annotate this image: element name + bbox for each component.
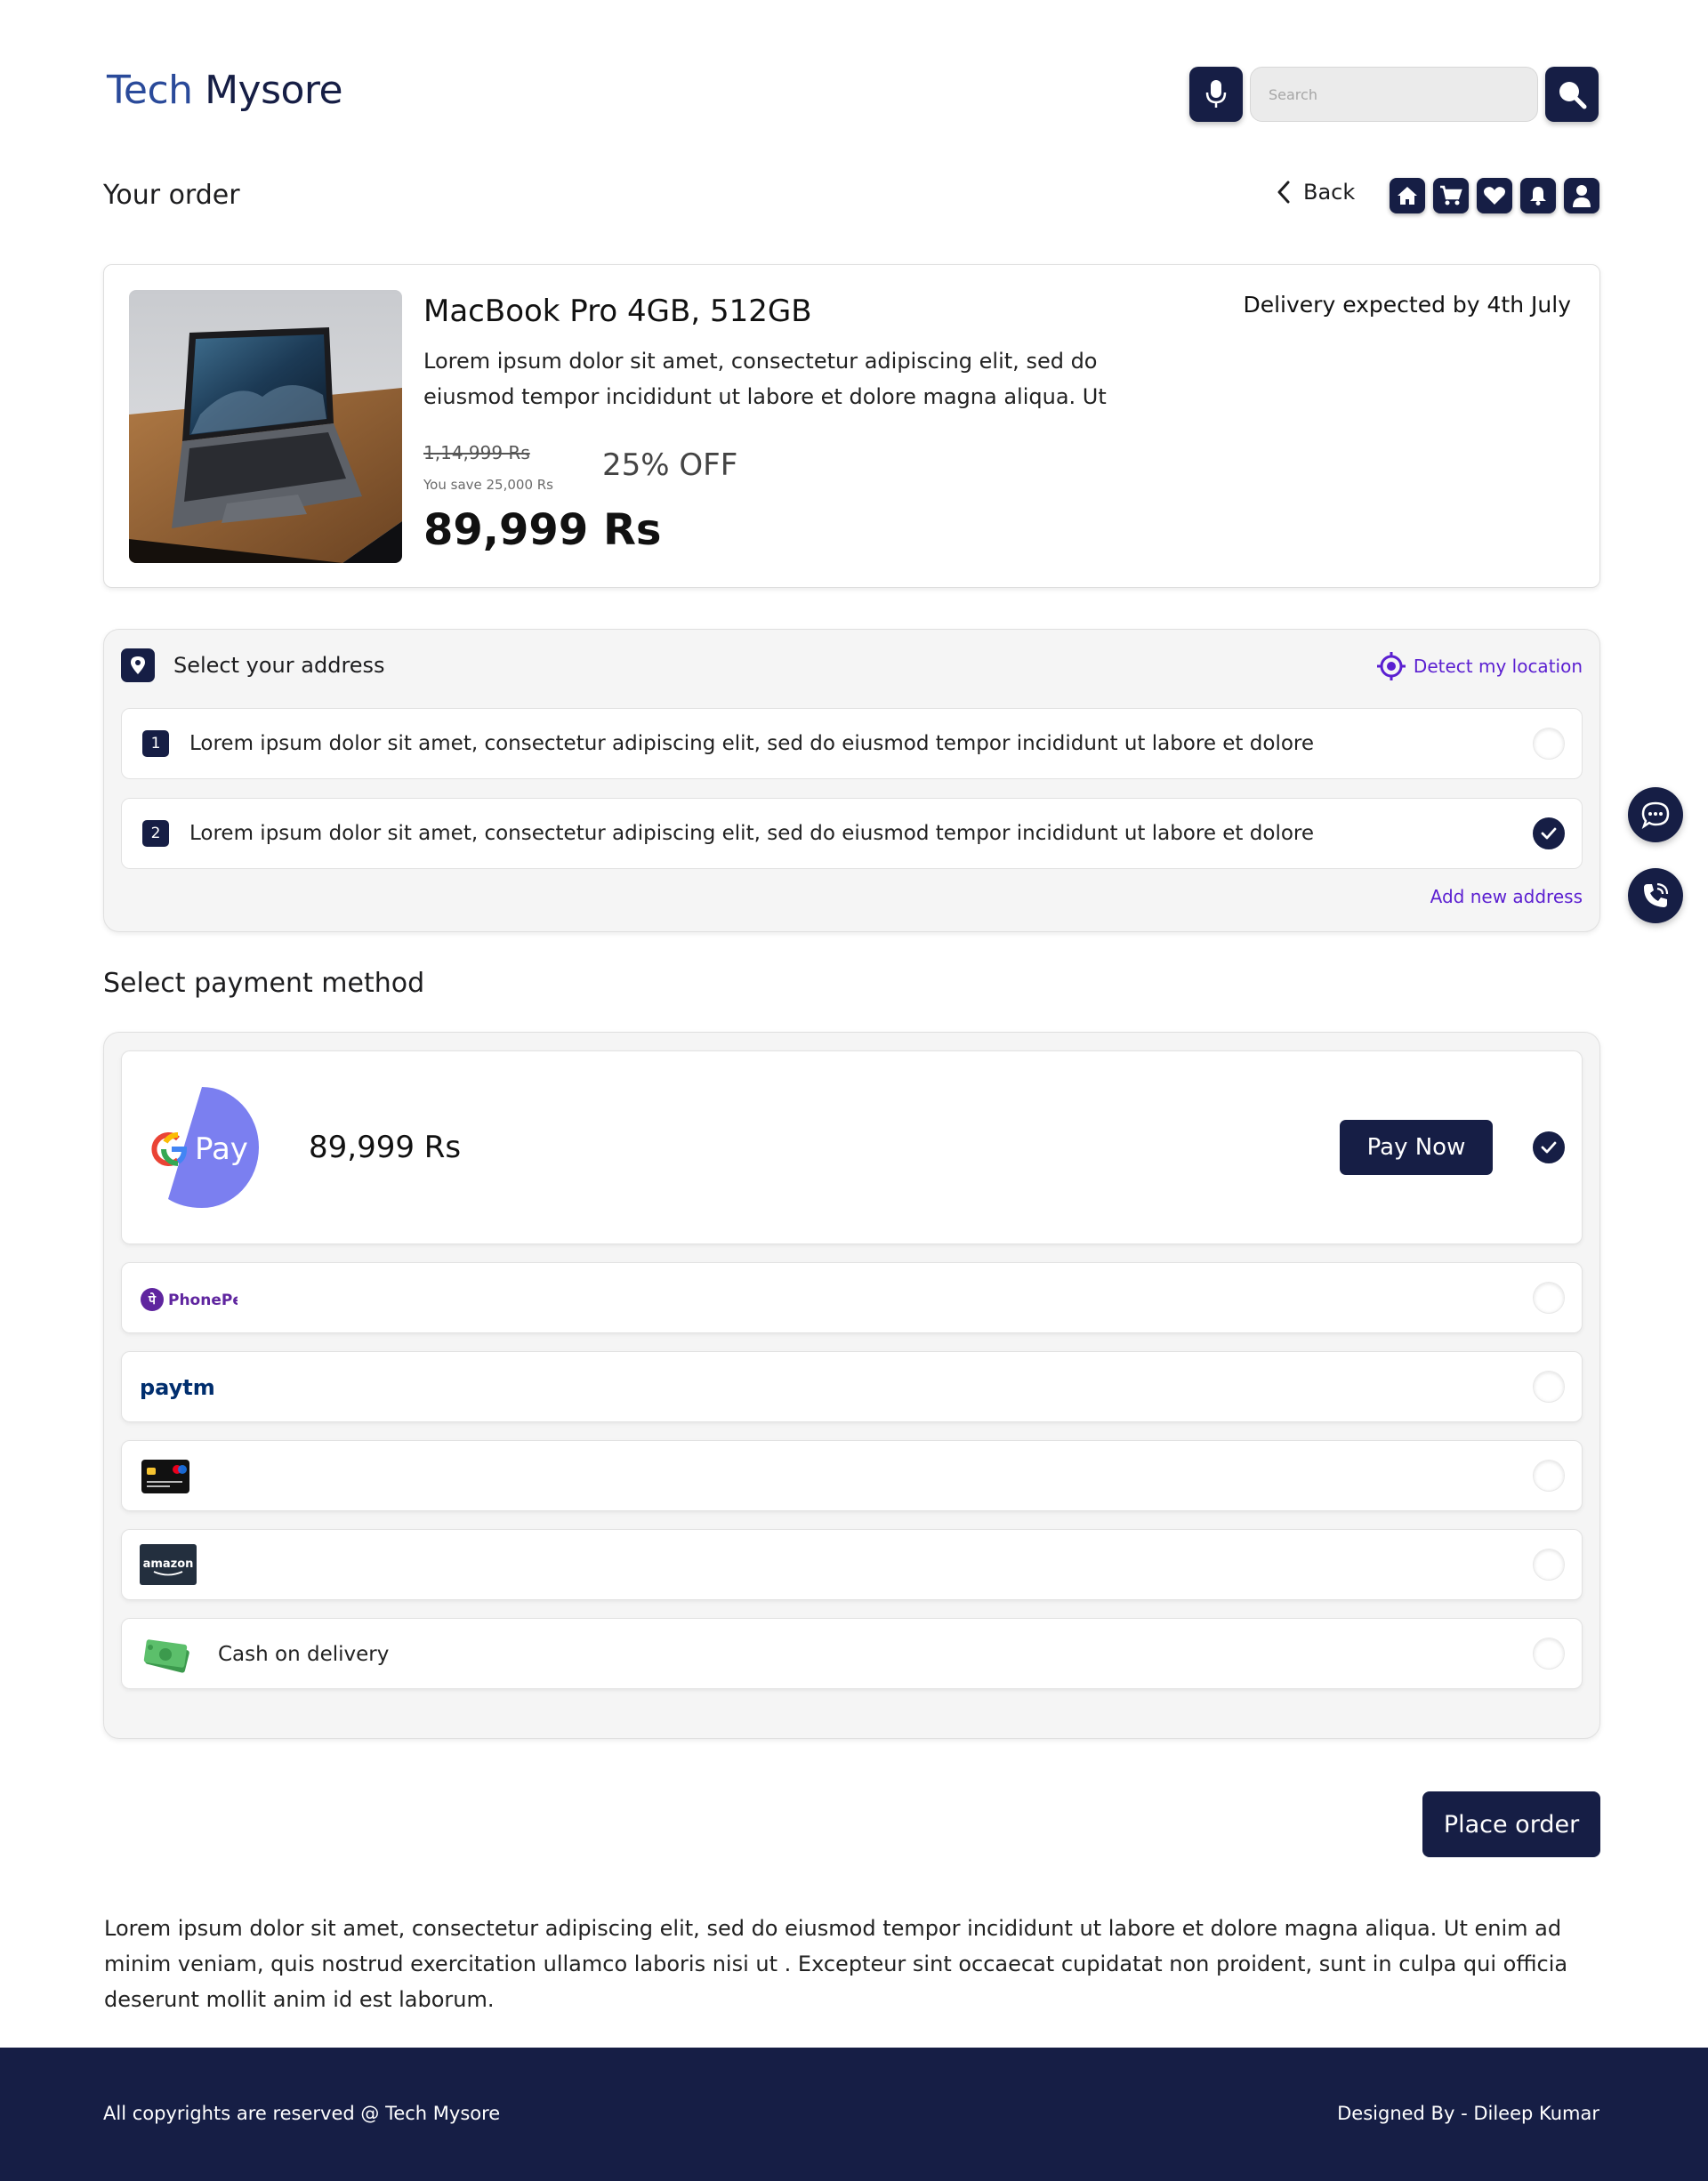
- call-button[interactable]: [1628, 868, 1683, 923]
- heart-icon: [1484, 187, 1505, 205]
- product-description: Lorem ipsum dolor sit amet, consectetur …: [423, 349, 1107, 409]
- address-section-title: Select your address: [173, 653, 385, 678]
- address-text: Lorem ipsum dolor sit amet, consectetur …: [189, 822, 1315, 845]
- gpay-amount: 89,999 Rs: [309, 1130, 462, 1165]
- payment-option-amazon-pay[interactable]: amazon: [121, 1529, 1583, 1600]
- card-radio[interactable]: [1533, 1460, 1565, 1492]
- detect-location-link[interactable]: Detect my location: [1376, 651, 1583, 681]
- info-paragraph: Lorem ipsum dolor sit amet, consectetur …: [104, 1916, 1568, 2012]
- address-section: Select your address Detect my location 1…: [103, 629, 1600, 932]
- cash-on-delivery-radio[interactable]: [1533, 1638, 1565, 1670]
- address-number-badge: 2: [142, 820, 169, 847]
- payment-option-phonepe[interactable]: पे PhonePe: [121, 1262, 1583, 1333]
- payment-option-gpay[interactable]: Pay 89,999 Rs Pay Now: [121, 1050, 1583, 1244]
- cash-on-delivery-label: Cash on delivery: [218, 1643, 390, 1666]
- phonepe-logo-text: PhonePe: [168, 1292, 238, 1309]
- search-button[interactable]: [1545, 67, 1599, 122]
- gpay-logo-text: Pay: [195, 1131, 248, 1167]
- paytm-logo: paytm: [140, 1375, 215, 1400]
- back-link[interactable]: Back: [1277, 180, 1355, 205]
- detect-location-label: Detect my location: [1413, 656, 1583, 677]
- amazon-logo-text: amazon: [143, 1557, 194, 1571]
- phonepe-logo: पे PhonePe: [141, 1288, 238, 1311]
- user-icon: [1573, 185, 1591, 207]
- wishlist-button[interactable]: [1477, 178, 1512, 213]
- crosshair-icon: [1376, 652, 1406, 680]
- microphone-icon: [1205, 80, 1227, 108]
- voice-search-button[interactable]: [1189, 67, 1243, 122]
- search-bar: [1189, 67, 1599, 122]
- chat-button[interactable]: [1628, 787, 1683, 842]
- address-text: Lorem ipsum dolor sit amet, consectetur …: [189, 732, 1315, 755]
- savings-text: You save 25,000 Rs: [423, 477, 553, 493]
- address-radio-2[interactable]: [1533, 817, 1565, 849]
- gpay-radio[interactable]: [1533, 1131, 1565, 1163]
- phonepe-radio[interactable]: [1533, 1282, 1565, 1314]
- location-pin-badge: [121, 648, 155, 682]
- logo-word-mysore: Mysore: [205, 68, 343, 113]
- place-order-button[interactable]: Place order: [1422, 1791, 1600, 1857]
- address-option-2[interactable]: 2 Lorem ipsum dolor sit amet, consectetu…: [121, 798, 1583, 869]
- delivery-estimate: Delivery expected by 4th July: [1243, 292, 1571, 318]
- back-label: Back: [1303, 180, 1356, 205]
- site-footer: All copyrights are reserved @ Tech Mysor…: [0, 2048, 1708, 2181]
- paytm-radio[interactable]: [1533, 1371, 1565, 1403]
- checkmark-icon: [1541, 827, 1557, 840]
- home-icon: [1398, 187, 1417, 205]
- payment-option-card[interactable]: [121, 1440, 1583, 1511]
- gpay-logo: Pay: [149, 1087, 259, 1208]
- profile-button[interactable]: [1564, 178, 1599, 213]
- phone-icon: [1644, 882, 1669, 907]
- page-title: Your order: [103, 180, 240, 211]
- add-new-address-link[interactable]: Add new address: [1430, 886, 1583, 907]
- pay-now-button[interactable]: Pay Now: [1340, 1120, 1493, 1175]
- cart-button[interactable]: [1433, 178, 1469, 213]
- address-option-1[interactable]: 1 Lorem ipsum dolor sit amet, consectetu…: [121, 708, 1583, 779]
- chat-bubble-icon: [1641, 801, 1670, 829]
- address-number-badge: 1: [142, 730, 169, 757]
- payment-option-paytm[interactable]: paytm: [121, 1351, 1583, 1422]
- amazon-pay-radio[interactable]: [1533, 1549, 1565, 1581]
- svg-text:पे: पे: [148, 1292, 157, 1308]
- paytm-logo-text: paytm: [140, 1375, 215, 1400]
- original-price: 1,14,999 Rs: [423, 442, 530, 463]
- site-logo[interactable]: Tech Mysore: [107, 68, 343, 113]
- cart-icon: [1440, 185, 1462, 205]
- credit-card-icon: [141, 1460, 189, 1493]
- copyright-text: All copyrights are reserved @ Tech Mysor…: [103, 2103, 501, 2124]
- payment-option-cash-on-delivery[interactable]: Cash on delivery: [121, 1618, 1583, 1689]
- final-price: 89,999 Rs: [423, 505, 662, 555]
- search-input[interactable]: [1250, 67, 1538, 122]
- map-pin-icon: [131, 656, 145, 674]
- designer-credit: Designed By - Dileep Kumar: [1337, 2103, 1599, 2124]
- order-product-card: MacBook Pro 4GB, 512GB Lorem ipsum dolor…: [103, 264, 1600, 588]
- logo-word-tech: Tech: [107, 68, 193, 113]
- product-image: [129, 290, 402, 563]
- chevron-left-icon: [1277, 181, 1290, 204]
- quick-nav: [1390, 178, 1607, 213]
- payment-section-title: Select payment method: [103, 968, 425, 999]
- payment-section: Pay 89,999 Rs Pay Now पे PhonePe paytm a…: [103, 1032, 1600, 1739]
- home-button[interactable]: [1390, 178, 1425, 213]
- bell-icon: [1530, 187, 1546, 205]
- notifications-button[interactable]: [1520, 178, 1556, 213]
- cash-icon: [143, 1639, 189, 1673]
- magnifier-icon: [1559, 82, 1587, 109]
- address-radio-1[interactable]: [1533, 728, 1565, 760]
- product-name: MacBook Pro 4GB, 512GB: [423, 294, 812, 329]
- discount-label: 25% OFF: [602, 447, 738, 483]
- amazon-logo: amazon: [140, 1544, 197, 1585]
- checkmark-icon: [1541, 1141, 1557, 1154]
